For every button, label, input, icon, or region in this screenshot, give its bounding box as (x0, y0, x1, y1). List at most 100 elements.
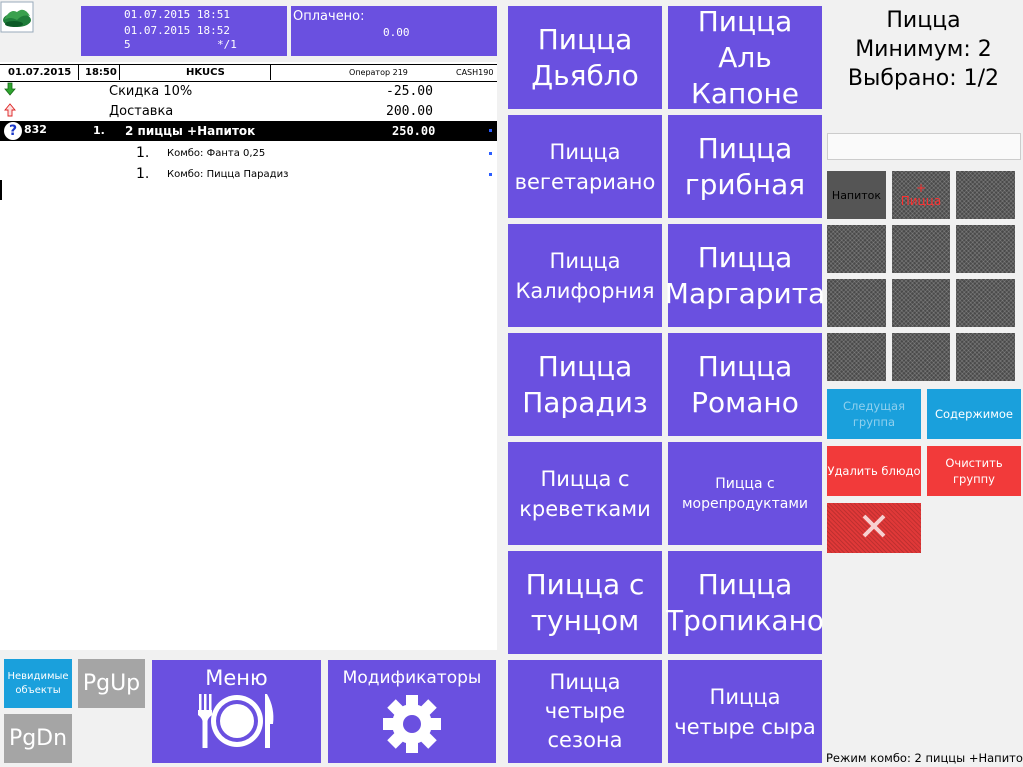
modifiers-button[interactable]: Модификаторы (328, 660, 496, 763)
empty-slot (892, 333, 950, 381)
order-date: 01.07.2015 (8, 67, 72, 78)
row-prefix: 832 (24, 123, 47, 136)
pizza-label: креветками (519, 496, 651, 521)
pizza-paradise-button[interactable]: Пицца Парадиз (508, 333, 662, 436)
pizza-al-capone-button[interactable]: Пицца Аль Капоне (668, 4, 822, 110)
pizza-vegetariano-button[interactable]: Пицца вегетариано (508, 115, 662, 218)
pizza-label: Пицца (549, 670, 621, 694)
tab-pizza-label: Пицца (900, 194, 942, 208)
order-row-combo[interactable]: ? 832 1. 2 пиццы +Напиток 250.00 (0, 121, 497, 141)
empty-slot (892, 225, 950, 273)
pizza-label: Дьябло (531, 58, 639, 92)
combo-group-name: Пицца (886, 8, 961, 33)
order-panel[interactable]: 01.07.2015 18:50 HKUCS Оператор 219 CASH… (0, 62, 497, 650)
pizza-label: морепродуктами (681, 495, 809, 512)
close-combo-button[interactable] (827, 503, 921, 553)
app-logo (0, 0, 34, 34)
empty-slot (827, 225, 886, 273)
order-row-discount[interactable]: Скидка 10% -25.00 (0, 82, 497, 102)
table-indicator: */1 (217, 38, 237, 51)
pizza-four-seasons-button[interactable]: Пицца четыре сезона (508, 660, 662, 763)
operator-label: Оператор 219 (349, 68, 408, 77)
pizza-label: Пицца (697, 349, 793, 383)
row-qty: 1. (136, 166, 150, 182)
delete-dish-button[interactable]: Удалить блюдо (827, 446, 921, 496)
row-name: Скидка 10% (109, 84, 193, 99)
plate-cutlery-icon (187, 690, 287, 756)
pizza-label: Романо (691, 385, 799, 419)
arrow-up-red-icon (4, 103, 16, 121)
page-down-button[interactable]: PgDn (4, 714, 72, 763)
row-name: 2 пиццы +Напиток (125, 124, 256, 138)
next-group-button[interactable]: Следущая группа (827, 389, 921, 439)
row-amount: -25.00 (386, 84, 433, 99)
pizza-label: Пицца (697, 131, 793, 165)
pizza-label: вегетариано (514, 169, 656, 194)
pizza-label: Пицца (697, 567, 793, 601)
order-row-modifier[interactable]: 1. Комбо: Пицца Парадиз (0, 164, 497, 184)
paid-label: Оплачено: (293, 9, 365, 24)
row-marker (489, 152, 492, 155)
row-qty: 1. (136, 145, 150, 161)
close-icon (860, 512, 888, 544)
modifiers-button-label: Модификаторы (342, 668, 482, 688)
pizza-california-button[interactable]: Пицца Калифорния (508, 224, 662, 327)
order-row-modifier[interactable]: 1. Комбо: Фанта 0,25 (0, 143, 497, 163)
pizza-diablo-button[interactable]: Пицца Дьябло (508, 6, 662, 109)
pizza-four-cheese-button[interactable]: Пицца четыре сыра (668, 660, 822, 763)
menu-button-label: Меню (205, 666, 268, 690)
pizza-label: Пицца Аль (697, 4, 793, 74)
pizza-label: сезона (547, 728, 623, 752)
pizza-label: Парадиз (522, 385, 648, 419)
arrow-down-green-icon (4, 82, 16, 100)
payment-box: Оплачено: 0.00 (291, 6, 497, 56)
row-amount: 200.00 (386, 104, 433, 119)
order-header: 01.07.2015 18:50 HKUCS Оператор 219 CASH… (0, 64, 497, 82)
empty-slot (956, 333, 1015, 381)
row-marker (489, 129, 492, 132)
pizza-romano-button[interactable]: Пицца Романо (668, 333, 822, 436)
combo-selected: Выбрано: 1/2 (847, 66, 1000, 91)
combo-search-field[interactable] (827, 133, 1021, 160)
order-time: 18:50 (85, 67, 117, 78)
cash-label: CASH190 (456, 68, 494, 77)
row-name: Комбо: Фанта 0,25 (167, 148, 266, 159)
order-code: HKUCS (186, 67, 225, 78)
tab-pizza[interactable]: + Пицца (892, 171, 950, 219)
pizza-label: Калифорния (515, 278, 655, 303)
combo-minimum: Минимум: 2 (855, 37, 992, 62)
pizza-label: Пицца (549, 139, 621, 164)
pizza-label: Капоне (690, 76, 799, 110)
order-open-time: 01.07.2015 18:51 (124, 8, 230, 21)
combo-group-info: Пицца Минимум: 2 Выбрано: 1/2 (826, 6, 1021, 93)
pizza-mushroom-button[interactable]: Пицца грибная (668, 115, 822, 218)
clear-group-button[interactable]: Очистить группу (927, 446, 1021, 496)
empty-slot (956, 225, 1015, 273)
pizza-label: Тропикано (665, 603, 825, 637)
row-amount: 250.00 (392, 124, 436, 138)
pizza-label: Пицца с (715, 475, 775, 492)
pizza-label: четыре (544, 699, 626, 723)
pizza-label: Пицца (537, 22, 633, 56)
empty-slot (892, 279, 950, 327)
order-info-box: 01.07.2015 18:51 01.07.2015 18:52 5 */1 (81, 6, 287, 56)
invisible-objects-button[interactable]: Невидимые объекты (4, 659, 72, 708)
tab-drink[interactable]: Напиток (827, 171, 886, 219)
pizza-tuna-button[interactable]: Пицца с тунцом (508, 551, 662, 654)
order-row-delivery[interactable]: Доставка 200.00 (0, 102, 497, 122)
pizza-label: грибная (684, 167, 806, 201)
pizza-label: Пицца (709, 684, 781, 709)
contents-button[interactable]: Содержимое (927, 389, 1021, 439)
pizza-label: Маргарита (664, 276, 826, 310)
paid-value: 0.00 (383, 26, 410, 39)
pizza-label: Пицца (697, 240, 793, 274)
pizza-seafood-button[interactable]: Пицца с морепродуктами (668, 442, 822, 545)
pizza-margherita-button[interactable]: Пицца Маргарита (664, 224, 826, 327)
help-icon[interactable]: ? (4, 122, 22, 140)
pizza-tropicano-button[interactable]: Пицца Тропикано (665, 551, 825, 654)
menu-button[interactable]: Меню (152, 660, 321, 763)
page-up-button[interactable]: PgUp (78, 659, 145, 708)
pizza-label: Пицца с (525, 567, 645, 601)
text-cursor (0, 180, 2, 200)
pizza-shrimp-button[interactable]: Пицца с креветками (508, 442, 662, 545)
